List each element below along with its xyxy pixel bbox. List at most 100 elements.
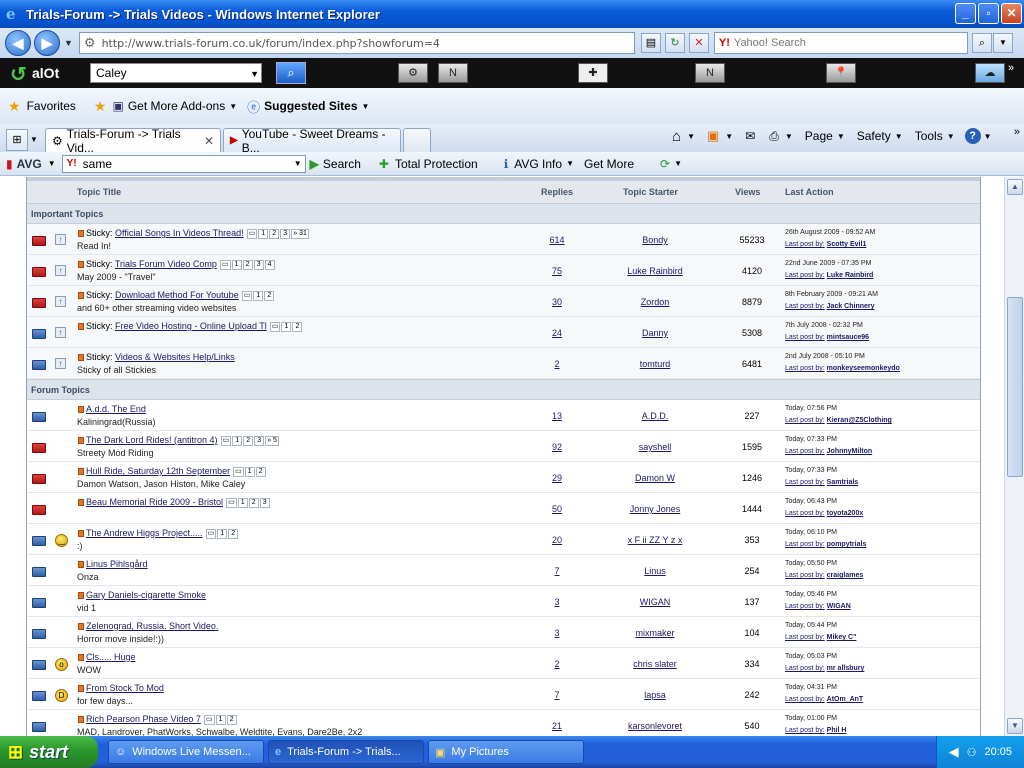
refresh-button[interactable]: ↻ bbox=[664, 33, 685, 53]
last-post-label[interactable]: Last post by: bbox=[785, 634, 825, 641]
last-poster-link[interactable]: Phil H bbox=[827, 727, 847, 734]
col-replies[interactable]: Replies bbox=[541, 187, 573, 197]
alot-more-icon[interactable]: » bbox=[1008, 62, 1014, 74]
rss-feed-icon[interactable]: ▣ bbox=[707, 128, 719, 144]
topic-starter[interactable]: Luke Rainbird bbox=[605, 266, 705, 276]
page-link[interactable]: 2 bbox=[248, 497, 259, 508]
replies-count[interactable]: 3 bbox=[532, 597, 582, 607]
page-link[interactable]: 4 bbox=[264, 259, 275, 270]
last-poster-link[interactable]: Luke Rainbird bbox=[827, 272, 874, 279]
last-post-label[interactable]: Last post by: bbox=[785, 541, 825, 548]
replies-count[interactable]: 7 bbox=[532, 566, 582, 576]
page-link[interactable]: 1 bbox=[281, 321, 292, 332]
minimize-button[interactable]: _ bbox=[955, 3, 976, 24]
last-poster-link[interactable]: toyota200x bbox=[827, 510, 864, 517]
page-link[interactable]: 2 bbox=[264, 290, 275, 301]
last-poster-link[interactable]: Samtrials bbox=[827, 479, 859, 486]
safety-menu[interactable]: Safety bbox=[857, 129, 891, 143]
tab-youtube[interactable]: ▶ YouTube - Sweet Dreams - B... bbox=[223, 127, 401, 155]
page-link[interactable]: 3 bbox=[280, 228, 291, 239]
topic-starter[interactable]: lapsa bbox=[605, 690, 705, 700]
news2-icon[interactable]: N bbox=[695, 63, 725, 83]
stop-button[interactable]: ✕ bbox=[688, 33, 709, 53]
replies-count[interactable]: 24 bbox=[532, 328, 582, 338]
last-action-date[interactable]: Today, 07:33 PM bbox=[785, 467, 837, 474]
last-action-date[interactable]: Today, 01:00 PM bbox=[785, 715, 837, 722]
replies-count[interactable]: 614 bbox=[532, 235, 582, 245]
last-action-date[interactable]: 7th July 2008 - 02:32 PM bbox=[785, 322, 863, 329]
restore-button[interactable]: ▫ bbox=[978, 3, 999, 24]
avg-info-dropdown-icon[interactable]: ▼ bbox=[566, 159, 574, 168]
tab-list-icon[interactable]: ▼ bbox=[30, 129, 42, 151]
back-button[interactable]: ◀ bbox=[5, 30, 31, 56]
last-poster-link[interactable]: monkeyseemonkeydo bbox=[827, 365, 900, 372]
topic-starter[interactable]: Linus bbox=[605, 566, 705, 576]
avg-search-dropdown-icon[interactable]: ▼ bbox=[294, 159, 302, 168]
last-action-date[interactable]: 26th August 2009 - 09:52 AM bbox=[785, 229, 875, 236]
command-more-icon[interactable]: » bbox=[1014, 126, 1020, 138]
tools-dropdown-icon[interactable]: ▼ bbox=[947, 132, 955, 141]
help-dropdown-icon[interactable]: ▼ bbox=[984, 132, 992, 141]
topic-link[interactable]: Zelenograd, Russia. Short Video. bbox=[86, 621, 218, 631]
taskbar-messenger[interactable]: ☺ Windows Live Messen... bbox=[108, 740, 264, 764]
replies-count[interactable]: 3 bbox=[532, 628, 582, 638]
topic-starter[interactable]: chris slater bbox=[605, 659, 705, 669]
last-post-label[interactable]: Last post by: bbox=[785, 448, 825, 455]
page-link[interactable]: 3 bbox=[254, 435, 265, 446]
map-pin-icon[interactable]: 📍 bbox=[826, 63, 856, 83]
tab-trials-forum[interactable]: ⚙ Trials-Forum -> Trials Vid... ✕ bbox=[45, 127, 221, 155]
page-link[interactable]: 1 bbox=[232, 435, 243, 446]
replies-count[interactable]: 2 bbox=[532, 359, 582, 369]
alot-input[interactable]: Caley ▼ bbox=[90, 63, 262, 83]
topic-link[interactable]: Videos & Websites Help/Links bbox=[115, 352, 235, 362]
suggested-sites-link[interactable]: Suggested Sites bbox=[264, 99, 357, 113]
last-action-date[interactable]: Today, 07:56 PM bbox=[785, 405, 837, 412]
last-action-date[interactable]: Today, 05:50 PM bbox=[785, 560, 837, 567]
tools-menu[interactable]: Tools bbox=[915, 129, 943, 143]
help-icon[interactable]: ? bbox=[964, 128, 981, 144]
tray-expand-icon[interactable]: ◀ bbox=[949, 744, 959, 760]
last-post-label[interactable]: Last post by: bbox=[785, 334, 825, 341]
topic-link[interactable]: The Andrew Higgs Project..... bbox=[86, 528, 203, 538]
alot-dropdown-icon[interactable]: ▼ bbox=[250, 65, 259, 83]
topic-link[interactable]: Beau Memorial Ride 2009 - Bristol bbox=[86, 497, 223, 507]
page-link[interactable]: 2 bbox=[292, 321, 303, 332]
topic-starter[interactable]: karsonlevoret bbox=[605, 721, 705, 731]
last-action-date[interactable]: Today, 07:33 PM bbox=[785, 436, 837, 443]
topic-link[interactable]: Cls..... Huge bbox=[86, 652, 136, 662]
topic-link[interactable]: The Dark Lord Rides! (antitron 4) bbox=[86, 435, 218, 445]
alot-home-icon[interactable]: ↺ bbox=[10, 62, 27, 87]
replies-count[interactable]: 13 bbox=[532, 411, 582, 421]
last-post-label[interactable]: Last post by: bbox=[785, 727, 825, 734]
window-titlebar[interactable]: e Trials-Forum -> Trials Videos - Window… bbox=[0, 0, 1024, 28]
scroll-down-icon[interactable]: ▼ bbox=[1007, 718, 1023, 734]
avg-extra-icon[interactable]: ⟳ bbox=[660, 157, 670, 171]
avg-search-input[interactable]: Y! same ▼ bbox=[61, 154, 306, 173]
replies-count[interactable]: 2 bbox=[532, 659, 582, 669]
home-dropdown-icon[interactable]: ▼ bbox=[687, 132, 695, 141]
suggested-dropdown-icon[interactable]: ▼ bbox=[362, 102, 370, 111]
replies-count[interactable]: 75 bbox=[532, 266, 582, 276]
col-topic-title[interactable]: Topic Title bbox=[77, 187, 121, 197]
replies-count[interactable]: 30 bbox=[532, 297, 582, 307]
replies-count[interactable]: 92 bbox=[532, 442, 582, 452]
settings-gear-icon[interactable]: ⚙ bbox=[398, 63, 428, 83]
search-input[interactable]: Y! Yahoo! Search bbox=[713, 32, 968, 54]
home-icon[interactable]: ⌂ bbox=[672, 128, 681, 145]
puzzle-icon[interactable]: ✚ bbox=[578, 63, 608, 83]
topic-starter[interactable]: mixmaker bbox=[605, 628, 705, 638]
topic-link[interactable]: Free Video Hosting - Online Upload Tl bbox=[115, 321, 267, 331]
topic-link[interactable]: Download Method For Youtube bbox=[115, 290, 239, 300]
last-poster-link[interactable]: AtOm_AnT bbox=[827, 696, 864, 703]
total-protection-button[interactable]: Total Protection bbox=[395, 157, 478, 171]
page-link[interactable]: 1 bbox=[217, 528, 228, 539]
last-action-date[interactable]: Today, 06:10 PM bbox=[785, 529, 837, 536]
last-poster-link[interactable]: Scotty Evil1 bbox=[827, 241, 867, 248]
avg-search-button[interactable]: Search bbox=[323, 157, 361, 171]
replies-count[interactable]: 50 bbox=[532, 504, 582, 514]
page-link[interactable]: 1 bbox=[244, 466, 255, 477]
topic-starter[interactable]: Jonny Jones bbox=[605, 504, 705, 514]
read-mail-icon[interactable]: ✉ bbox=[745, 129, 755, 143]
avg-extra-dropdown-icon[interactable]: ▼ bbox=[674, 159, 682, 168]
avg-info-button[interactable]: AVG Info bbox=[514, 157, 562, 171]
